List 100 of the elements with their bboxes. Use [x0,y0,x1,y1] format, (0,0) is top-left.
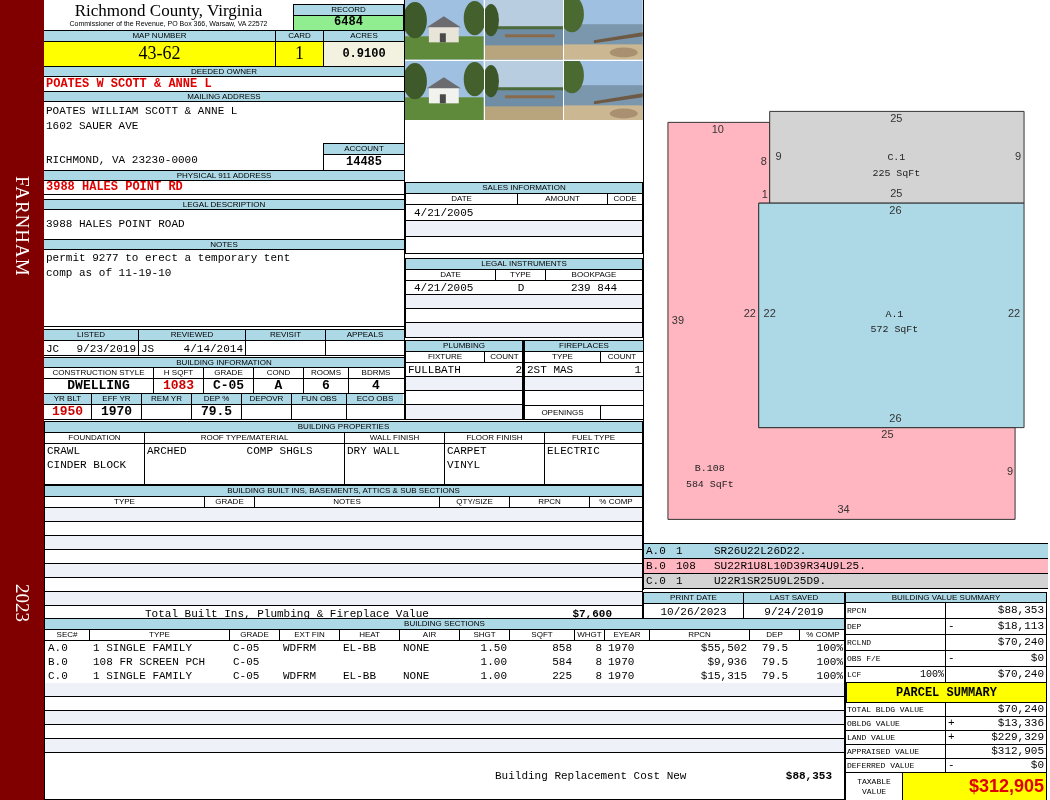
field-value: 4 [372,379,380,393]
total-label: Total Built Ins, Plumbing & Fireplace Value [145,607,429,621]
last-saved-date: 9/24/2019 [764,605,824,620]
field-value: 79.5 [200,405,233,419]
taxable-value: $312,905 [968,775,1044,798]
section-heading: NOTES [44,238,404,250]
address-line: 1602 SAUER AVE [46,119,140,135]
table-cell: B.0 [48,656,68,668]
column-heading: SEC# [45,630,90,640]
column-heading: GRADE [230,630,280,640]
column-heading: FOUNDATION [45,433,145,443]
record-number: 6484 [334,16,363,30]
table-cell: 79.5 [761,670,789,682]
area-label: C.1 [887,151,906,163]
total-value: $88,353 [785,768,832,784]
section-heading: DEEDED OWNER [44,65,404,77]
dimension-label: 39 [671,313,684,326]
sign-symbol: - [948,651,955,667]
summary-label: LAND VALUE [847,731,895,744]
field-value: 1950 [51,405,84,419]
table-cell: 8 [595,656,602,668]
area-label: A.1 [885,308,904,320]
table-cell: NONE [403,642,430,654]
table-cell: 1970 [608,670,635,682]
summary-value: $18,113 [997,619,1044,635]
section-heading: LAST SAVED [744,593,844,604]
column-heading: % COMP [598,497,634,507]
column-heading: NOTES [255,497,440,507]
summary-label: TOTAL BLDG VALUE [847,703,924,716]
column-heading: ROOF TYPE/MATERIAL [145,433,345,443]
map-number: 43-62 [138,42,181,66]
section-heading: ACRES [324,30,404,42]
sketch-path: SR26U22L26D22. [714,543,807,559]
column-heading: BDRMS [360,368,392,378]
dimension-label: 10 [711,123,724,136]
note-line: permit 9277 to erect a temporary tent [46,250,292,266]
table-cell: FULLBATH [408,363,461,376]
dimension-label: 8 [760,155,767,168]
dimension-label: 22 [1008,306,1021,319]
column-heading: WALL FINISH [345,433,445,443]
column-heading: EYEAR [605,630,650,640]
column-heading: EFF YR [101,394,132,404]
table-cell: 1.50 [480,642,507,654]
table-cell: 8 [595,642,602,654]
sign-symbol: + [948,730,955,746]
table-cell: EL-BB [343,670,376,682]
column-heading: DATE [406,270,496,280]
physical-address: 3988 HALES POINT RD [46,180,183,194]
summary-value: $229,329 [991,730,1044,746]
table-cell: WDFRM [283,670,316,682]
column-heading: COND [265,368,292,378]
dimension-label: 26 [889,204,902,217]
column-heading: TYPE [525,352,601,362]
table-cell: 108 FR SCREEN PCH [93,656,206,668]
summary-label: RPCN [847,604,867,617]
column-heading: REVIEWED [169,330,215,341]
area-label: B.108 [694,463,725,475]
dimension-label: 25 [881,428,894,441]
column-heading: AIR [400,630,460,640]
property-value: VINYL [447,458,481,472]
section-type: 108 [676,558,697,574]
property-value: CARPET [447,444,488,458]
table-cell: A.0 [48,642,68,654]
field-value: DWELLING [67,379,130,393]
year-label: 2023 [11,584,35,622]
county-title: Richmond County, Virginia [74,2,263,19]
table-cell: C-05 [233,670,260,682]
section-heading: RECORD [294,5,403,16]
sketch-path: SU22R1U8L10D39R34U9L25. [714,558,866,574]
table-cell: 1970 [608,656,635,668]
column-heading: RPCN [510,497,590,507]
table-cell: 1.00 [480,656,507,668]
address-line: RICHMOND, VA 23230-0000 [46,152,199,168]
section-heading: MAILING ADDRESS [44,91,404,103]
table-cell: 79.5 [761,656,789,668]
field-value: 6 [322,379,330,393]
total-label: Building Replacement Cost New [495,768,687,784]
summary-label: OBLDG VALUE [847,717,900,730]
column-heading: DEP [750,630,800,640]
column-heading: FUEL TYPE [570,433,617,443]
column-heading: SQFT [510,630,575,640]
column-heading: SHGT [460,630,510,640]
column-heading: TYPE [496,270,546,280]
table-cell: 2 [515,363,522,376]
sign-symbol: - [948,619,955,635]
column-heading: GRADE [205,497,255,507]
table-cell: 1.00 [480,670,507,682]
summary-label: DEFERRED VALUE [847,759,915,772]
section-heading: MAP NUMBER [44,30,275,42]
dimension-label: 9 [1007,465,1014,478]
field-value: A [274,379,283,393]
column-heading: FIXTURE [406,352,485,362]
reviewer-initials: JS [141,342,155,356]
table-cell: C.0 [48,670,68,682]
column-heading: APPEALS [345,330,385,341]
section-heading: FIREPLACES [525,341,643,352]
column-heading: FLOOR FINISH [445,433,545,443]
property-value: ELECTRIC [547,444,601,458]
dimension-label: 26 [889,411,902,424]
section-heading: PHYSICAL 911 ADDRESS [44,169,404,181]
